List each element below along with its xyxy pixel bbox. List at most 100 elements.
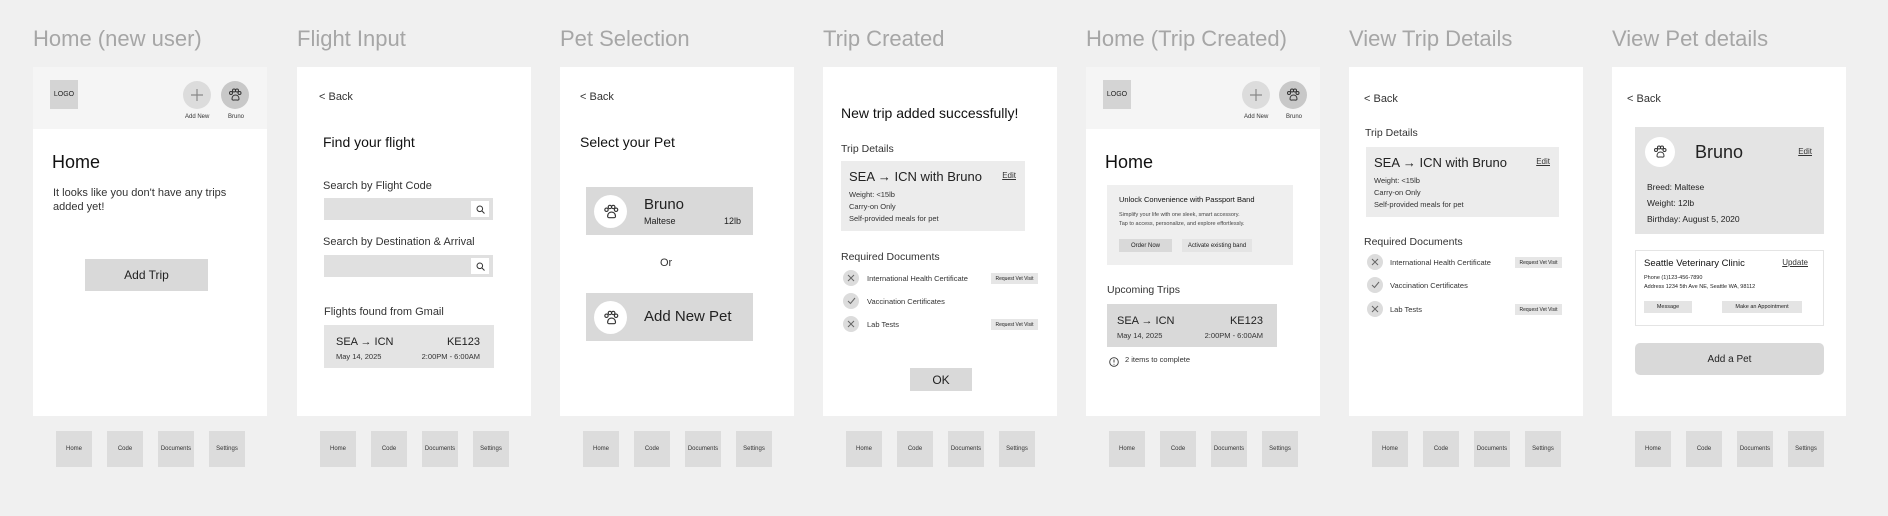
upcoming-trips-label: Upcoming Trips bbox=[1107, 284, 1180, 296]
phone-flight-input: < Back Find your flight Search by Flight… bbox=[297, 67, 531, 483]
trip-details-card: SEA → ICN with Bruno Edit Weight: <15lb … bbox=[841, 161, 1025, 231]
plus-icon bbox=[1250, 89, 1262, 101]
flights-found-label: Flights found from Gmail bbox=[324, 306, 444, 318]
destination-input[interactable] bbox=[324, 255, 493, 277]
paw-icon bbox=[603, 204, 618, 218]
tab-documents[interactable]: Documents bbox=[1211, 431, 1247, 467]
trip-details-label: Trip Details bbox=[1365, 127, 1418, 139]
tab-home[interactable]: Home bbox=[320, 431, 356, 467]
flight-code-input[interactable] bbox=[324, 198, 493, 220]
add-new-label: Add New bbox=[185, 114, 210, 120]
pet-breed: Breed: Maltese bbox=[1647, 182, 1705, 192]
empty-trips-message: It looks like you don't have any trips a… bbox=[53, 187, 227, 213]
doc-name: Vaccination Certificates bbox=[867, 297, 945, 306]
make-appointment-button[interactable]: Make an Appointment bbox=[1722, 301, 1802, 313]
trip-meals: Self-provided meals for pet bbox=[849, 214, 939, 223]
upcoming-trip-card[interactable]: SEA → ICN KE123 May 14, 2025 2:00PM - 6:… bbox=[1107, 304, 1277, 347]
back-link[interactable]: < Back bbox=[319, 91, 353, 103]
back-link[interactable]: < Back bbox=[580, 91, 614, 103]
promo-text-1: Simplify your life with one sleek, smart… bbox=[1119, 212, 1240, 218]
logo: LOGO bbox=[1103, 80, 1131, 109]
pet-avatar-button[interactable] bbox=[221, 81, 249, 109]
tab-home[interactable]: Home bbox=[1635, 431, 1671, 467]
back-link[interactable]: < Back bbox=[1364, 93, 1398, 105]
flight-card[interactable]: SEA → ICN KE123 May 14, 2025 2:00PM - 6:… bbox=[324, 325, 494, 368]
edit-link[interactable]: Edit bbox=[1536, 157, 1550, 166]
tab-code[interactable]: Code bbox=[1160, 431, 1196, 467]
pet-breed: Maltese bbox=[644, 216, 676, 226]
tab-settings[interactable]: Settings bbox=[736, 431, 772, 467]
tab-code[interactable]: Code bbox=[1686, 431, 1722, 467]
search-icon[interactable] bbox=[471, 201, 489, 217]
doc-name: International Health Certificate bbox=[1390, 258, 1491, 267]
tab-documents[interactable]: Documents bbox=[685, 431, 721, 467]
add-a-pet-button[interactable]: Add a Pet bbox=[1635, 343, 1824, 375]
tab-settings[interactable]: Settings bbox=[473, 431, 509, 467]
tab-documents[interactable]: Documents bbox=[158, 431, 194, 467]
items-complete-text: 2 items to complete bbox=[1125, 355, 1191, 364]
request-vet-visit-button[interactable]: Request Vet Visit bbox=[1515, 257, 1562, 268]
tab-home[interactable]: Home bbox=[846, 431, 882, 467]
order-now-button[interactable]: Order Now bbox=[1119, 239, 1172, 252]
edit-link[interactable]: Edit bbox=[1002, 171, 1016, 180]
clinic-phone: Phone (1)123-456-7890 bbox=[1644, 275, 1703, 281]
tab-code[interactable]: Code bbox=[371, 431, 407, 467]
pet-avatar-button[interactable] bbox=[1279, 81, 1307, 109]
activate-band-button[interactable]: Activate existing band bbox=[1182, 239, 1252, 252]
tab-documents[interactable]: Documents bbox=[948, 431, 984, 467]
tab-home[interactable]: Home bbox=[583, 431, 619, 467]
ok-button[interactable]: OK bbox=[910, 368, 972, 391]
page-title: Home bbox=[1105, 152, 1154, 172]
screen-title-view-trip: View Trip Details bbox=[1349, 26, 1513, 51]
add-trip-button[interactable]: Add Trip bbox=[85, 259, 208, 291]
flight-date: May 14, 2025 bbox=[336, 352, 382, 361]
check-icon bbox=[843, 293, 859, 309]
update-link[interactable]: Update bbox=[1782, 258, 1808, 267]
tab-documents[interactable]: Documents bbox=[1737, 431, 1773, 467]
tab-home[interactable]: Home bbox=[1372, 431, 1408, 467]
pet-avatar bbox=[1645, 137, 1675, 167]
request-vet-visit-button[interactable]: Request Vet Visit bbox=[991, 273, 1038, 284]
add-new-button[interactable] bbox=[1242, 81, 1270, 109]
request-vet-visit-button[interactable]: Request Vet Visit bbox=[991, 319, 1038, 330]
message-button[interactable]: Message bbox=[1644, 301, 1692, 313]
add-new-label: Add New bbox=[1244, 114, 1269, 120]
trip-weight: Weight: <15lb bbox=[849, 190, 895, 199]
edit-link[interactable]: Edit bbox=[1798, 147, 1812, 156]
phone-home-new: LOGO Add New Bruno Home It looks like yo… bbox=[33, 67, 267, 483]
tab-settings[interactable]: Settings bbox=[1262, 431, 1298, 467]
back-link[interactable]: < Back bbox=[1627, 93, 1661, 105]
success-heading: New trip added successfully! bbox=[841, 105, 1019, 121]
screen-title-home-trip: Home (Trip Created) bbox=[1086, 26, 1287, 51]
tab-documents[interactable]: Documents bbox=[422, 431, 458, 467]
add-new-pet-label: Add New Pet bbox=[644, 308, 732, 325]
tab-settings[interactable]: Settings bbox=[209, 431, 245, 467]
search-icon[interactable] bbox=[471, 258, 489, 274]
flight-time: 2:00PM - 6:00AM bbox=[421, 352, 480, 361]
tab-home[interactable]: Home bbox=[1109, 431, 1145, 467]
tab-settings[interactable]: Settings bbox=[999, 431, 1035, 467]
add-new-button[interactable] bbox=[183, 81, 211, 109]
tab-settings[interactable]: Settings bbox=[1788, 431, 1824, 467]
tab-documents[interactable]: Documents bbox=[1474, 431, 1510, 467]
flight-number: KE123 bbox=[446, 336, 480, 348]
clinic-name: Seattle Veterinary Clinic bbox=[1644, 258, 1745, 269]
tab-code[interactable]: Code bbox=[1423, 431, 1459, 467]
tab-code[interactable]: Code bbox=[634, 431, 670, 467]
tab-bar: Home Code Documents Settings bbox=[297, 416, 531, 483]
screen-title-home-new: Home (new user) bbox=[33, 26, 202, 51]
tab-code[interactable]: Code bbox=[897, 431, 933, 467]
pet-weight: 12lb bbox=[723, 216, 741, 226]
paw-icon bbox=[229, 88, 242, 101]
pet-avatar-label: Bruno bbox=[228, 114, 245, 120]
tab-settings[interactable]: Settings bbox=[1525, 431, 1561, 467]
trip-details-card: SEA → ICN with Bruno Edit Weight: <15lb … bbox=[1366, 147, 1559, 217]
tab-code[interactable]: Code bbox=[107, 431, 143, 467]
request-vet-visit-button[interactable]: Request Vet Visit bbox=[1515, 304, 1562, 315]
search-code-label: Search by Flight Code bbox=[323, 180, 432, 192]
pet-card-bruno[interactable]: Bruno Maltese 12lb bbox=[586, 187, 753, 235]
trip-route-title: SEA → ICN with Bruno bbox=[849, 169, 982, 184]
add-new-pet-button[interactable]: Add New Pet bbox=[586, 293, 753, 341]
tab-home[interactable]: Home bbox=[56, 431, 92, 467]
trip-date: May 14, 2025 bbox=[1117, 331, 1163, 340]
